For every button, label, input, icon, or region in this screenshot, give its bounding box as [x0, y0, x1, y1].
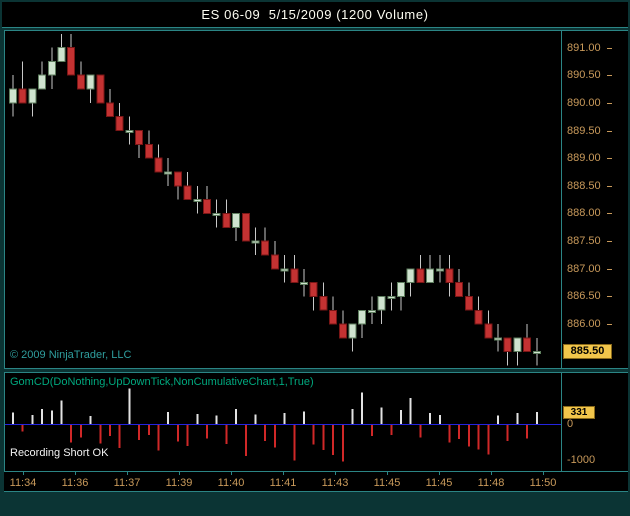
indicator-label: GomCD(DoNothing,UpDownTick,NonCumulative…: [10, 376, 314, 388]
time-axis-tick: [439, 472, 440, 475]
recording-status: Recording Short OK: [10, 447, 109, 459]
time-axis-label: 11:43: [321, 477, 349, 489]
price-axis-tick: [607, 268, 612, 270]
time-axis-label: 11:45: [425, 477, 453, 489]
time-axis-label: 11:34: [9, 477, 37, 489]
indicator-value: 331: [570, 407, 588, 419]
time-axis-tick: [23, 472, 24, 475]
price-axis-tick: [607, 158, 612, 160]
last-price-box: 885.50: [563, 343, 612, 359]
indicator-value-box: 331: [563, 406, 595, 420]
price-axis-tick: [607, 75, 612, 77]
indicator-axis-label: 0: [567, 418, 574, 430]
time-axis-tick: [127, 472, 128, 475]
last-price-value: 885.50: [570, 345, 605, 358]
time-axis-label: 11:36: [61, 477, 89, 489]
price-axis-tick: [607, 102, 612, 104]
price-axis-label: 887.00: [567, 262, 601, 275]
price-axis-label: 888.00: [567, 207, 601, 220]
time-axis-label: 11:39: [165, 477, 193, 489]
price-axis-label: 886.00: [567, 318, 601, 331]
time-axis-tick: [231, 472, 232, 475]
price-axis-label: 890.00: [567, 96, 601, 109]
price-axis[interactable]: 891.00 890.50 890.00 889.50 889.00 888.50 888.…: [562, 30, 628, 369]
price-axis-label: 890.50: [567, 69, 601, 82]
candlestick-chart[interactable]: [5, 31, 561, 368]
time-axis-tick: [387, 472, 388, 475]
time-axis-tick: [179, 472, 180, 475]
price-axis-tick: [607, 241, 612, 243]
indicator-axis-label: -1000: [567, 454, 596, 466]
price-axis-tick: [607, 296, 612, 298]
time-axis-label: 11:37: [113, 477, 141, 489]
price-axis-tick: [607, 130, 612, 132]
chart-title-bar: ES 06-09 5/15/2009 (1200 Volume): [2, 2, 628, 28]
price-axis-label: 886.50: [567, 290, 601, 303]
price-axis-tick: [607, 324, 612, 326]
price-axis-label: 889.50: [567, 124, 601, 137]
time-axis-tick: [335, 472, 336, 475]
price-axis-label: 888.50: [567, 179, 601, 192]
time-axis-label: 11:40: [217, 477, 245, 489]
indicator-panel[interactable]: GomCD(DoNothing,UpDownTick,NonCumulative…: [4, 372, 562, 472]
price-axis-tick: [607, 185, 612, 187]
price-axis-label: 887.50: [567, 235, 601, 248]
time-axis-tick: [75, 472, 76, 475]
price-axis-label: 889.00: [567, 152, 601, 165]
time-axis[interactable]: 11:34 11:36 11:37 11:39 11:40 11:41 11:43 11:45…: [4, 472, 628, 492]
price-axis-tick: [607, 47, 612, 49]
time-axis-label: 11:50: [529, 477, 557, 489]
price-axis-labels: 891.00 890.50 890.00 889.50 889.00 888.50 888.…: [562, 31, 628, 368]
time-axis-tick: [543, 472, 544, 475]
time-axis-label: 11:41: [269, 477, 297, 489]
chart-window: ES 06-09 5/15/2009 (1200 Volume) © 2009 …: [0, 0, 630, 516]
time-axis-label: 11:45: [373, 477, 401, 489]
indicator-axis[interactable]: 331 0 -1000: [562, 372, 628, 472]
copyright-label: © 2009 NinjaTrader, LLC: [10, 349, 132, 361]
time-axis-label: 11:48: [477, 477, 505, 489]
time-axis-tick: [283, 472, 284, 475]
chart-title: ES 06-09 5/15/2009 (1200 Volume): [201, 7, 429, 22]
price-axis-label: 891.00: [567, 41, 601, 54]
price-panel[interactable]: © 2009 NinjaTrader, LLC: [4, 30, 562, 369]
price-axis-tick: [607, 213, 612, 215]
time-axis-tick: [491, 472, 492, 475]
